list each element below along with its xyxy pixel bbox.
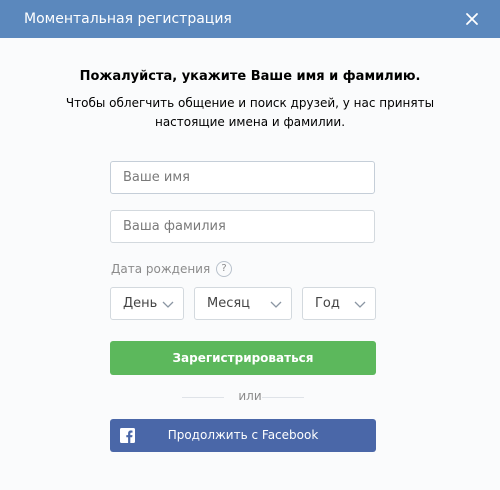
facebook-icon <box>120 428 135 443</box>
last-name-input[interactable] <box>110 210 375 243</box>
divider-right <box>262 397 304 398</box>
register-button[interactable]: Зарегистрироваться <box>110 341 376 375</box>
form-subheading: Чтобы облегчить общение и поиск друзей, … <box>65 96 435 129</box>
form-heading: Пожалуйста, укажите Ваше имя и фамилию. <box>79 69 421 84</box>
day-select[interactable]: День <box>110 287 184 320</box>
birthdate-label: Дата рождения <box>111 262 211 276</box>
year-select[interactable]: Год <box>302 287 376 320</box>
facebook-button[interactable]: Продолжить с Facebook <box>110 419 376 452</box>
close-icon[interactable] <box>462 9 482 29</box>
first-name-input[interactable] <box>110 161 375 194</box>
facebook-button-label: Продолжить с Facebook <box>167 428 319 442</box>
dialog-header: Моментальная регистрация <box>0 0 500 38</box>
year-select-value: Год <box>315 296 340 311</box>
day-select-value: День <box>123 296 158 311</box>
dialog-title: Моментальная регистрация <box>24 11 232 27</box>
chevron-down-icon <box>270 301 282 308</box>
or-separator: или <box>238 389 262 403</box>
month-select[interactable]: Месяц <box>194 287 292 320</box>
help-icon[interactable]: ? <box>216 261 232 277</box>
chevron-down-icon <box>354 301 366 308</box>
chevron-down-icon <box>162 301 174 308</box>
month-select-value: Месяц <box>207 296 251 311</box>
dialog-body: Пожалуйста, укажите Ваше имя и фамилию. … <box>0 38 500 490</box>
